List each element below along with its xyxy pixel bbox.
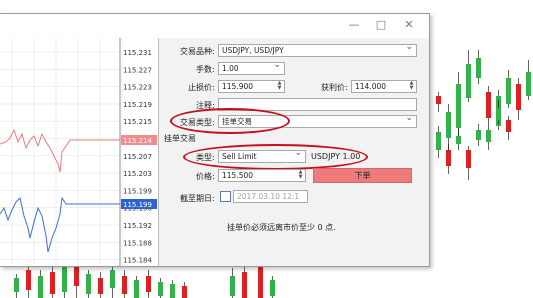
candlestick (456, 72, 461, 136)
price-tick-label: 115.231 (123, 49, 152, 57)
candlestick (170, 280, 175, 298)
price-label: 价格: (196, 172, 215, 181)
ask-price-line (0, 128, 120, 173)
volume-input[interactable]: 1.00 (218, 62, 285, 75)
candlestick (526, 60, 531, 100)
candlestick (506, 116, 511, 140)
type-label: 交易类型: (180, 118, 215, 127)
stoploss-spinner-icon[interactable]: ▲ ▼ (276, 81, 283, 92)
bid-price-tag: 115.199 (121, 199, 157, 209)
order-type-label: 类型: (196, 153, 215, 162)
stoploss-label: 止损价: (188, 83, 215, 92)
comment-input[interactable] (218, 98, 417, 111)
candlestick (436, 92, 441, 112)
candlestick (182, 282, 187, 298)
candlestick (110, 264, 115, 298)
close-button[interactable]: ✕ (399, 17, 419, 33)
price-tick-label: 115.192 (123, 222, 152, 230)
takeprofit-label: 获利价: (321, 83, 348, 92)
candlestick (122, 270, 127, 298)
expiry-checkbox[interactable] (220, 191, 231, 202)
ask-price-tag: 115.214 (121, 135, 157, 145)
maximize-button[interactable]: □ (371, 17, 391, 33)
candlestick (26, 266, 31, 298)
candlestick (476, 124, 481, 146)
price-value: 115.500 (222, 171, 254, 180)
minimize-button[interactable]: — (344, 17, 364, 33)
candlestick (476, 50, 481, 84)
order-type-select[interactable]: Sell Limit (218, 150, 306, 163)
tick-chart: 115.231 115.227 115.223 115.219 115.215 115.2… (0, 38, 159, 266)
candlestick (230, 268, 235, 298)
candlestick (98, 272, 103, 298)
price-tick-label: 115.223 (123, 84, 152, 92)
candlestick (436, 126, 441, 158)
price-tick-label: 115.219 (123, 101, 152, 109)
candlestick (14, 274, 19, 298)
symbol-select[interactable]: USDJPY, USD/JPY (218, 44, 417, 57)
candlestick (146, 270, 151, 298)
candlestick (456, 128, 461, 150)
expiry-label: 截至期日: (180, 194, 215, 203)
comment-label: 注释: (196, 101, 215, 110)
candlestick (446, 104, 451, 150)
type-select[interactable]: 挂单交易 (218, 115, 417, 128)
candlestick (486, 86, 491, 126)
price-tick-label: 115.188 (123, 239, 152, 247)
candlestick (242, 266, 247, 298)
takeprofit-input[interactable]: 114.000 ▲ ▼ (351, 80, 417, 93)
takeprofit-value: 114.000 (355, 82, 387, 91)
price-tick-label: 115.203 (123, 170, 152, 178)
stoploss-value: 115.900 (222, 82, 254, 91)
order-symbol-text: USDJPY 1.00 (311, 152, 361, 161)
candlestick (134, 276, 139, 298)
symbol-label: 交易品种: (180, 47, 215, 56)
svg-text:115.214: 115.214 (123, 137, 152, 145)
dialog-titlebar: — □ ✕ (0, 14, 429, 38)
tick-chart-svg: 115.231 115.227 115.223 115.219 115.215 115.2… (0, 38, 157, 266)
price-input[interactable]: 115.500 ▲ ▼ (218, 169, 306, 182)
order-dialog: — □ ✕ 115.231 115.227 115.223 115.219 115.21… (0, 13, 430, 267)
candlestick (466, 50, 471, 102)
candlestick (516, 78, 521, 120)
candlestick (50, 266, 55, 298)
distance-note: 挂单价必须远离市价至少 0 点. (227, 223, 336, 232)
place-order-button[interactable]: 下单 (313, 168, 412, 183)
price-tick-label: 115.215 (123, 118, 152, 126)
stoploss-input[interactable]: 115.900 ▲ ▼ (218, 80, 285, 93)
price-tick-label: 115.207 (123, 153, 152, 161)
candlestick (38, 270, 43, 298)
takeprofit-spinner-icon[interactable]: ▲ ▼ (408, 81, 415, 92)
volume-label: 手数: (196, 65, 215, 74)
expiry-input[interactable]: 2017.03.10 12:1 (233, 190, 308, 203)
svg-text:115.199: 115.199 (123, 201, 152, 209)
candlestick (158, 278, 163, 298)
price-tick-label: 115.199 (123, 187, 152, 195)
candlestick (62, 262, 67, 298)
candlestick (86, 270, 91, 298)
price-spinner-icon[interactable]: ▲ ▼ (297, 170, 304, 181)
price-tick-label: 115.227 (123, 66, 152, 74)
candlestick (446, 144, 451, 174)
price-tick-label: 115.184 (123, 257, 152, 265)
candlestick (486, 126, 491, 150)
candlestick (466, 146, 471, 180)
candlestick (270, 276, 275, 298)
candlestick (506, 70, 511, 108)
pending-section-title: 挂单交易 (164, 134, 196, 143)
